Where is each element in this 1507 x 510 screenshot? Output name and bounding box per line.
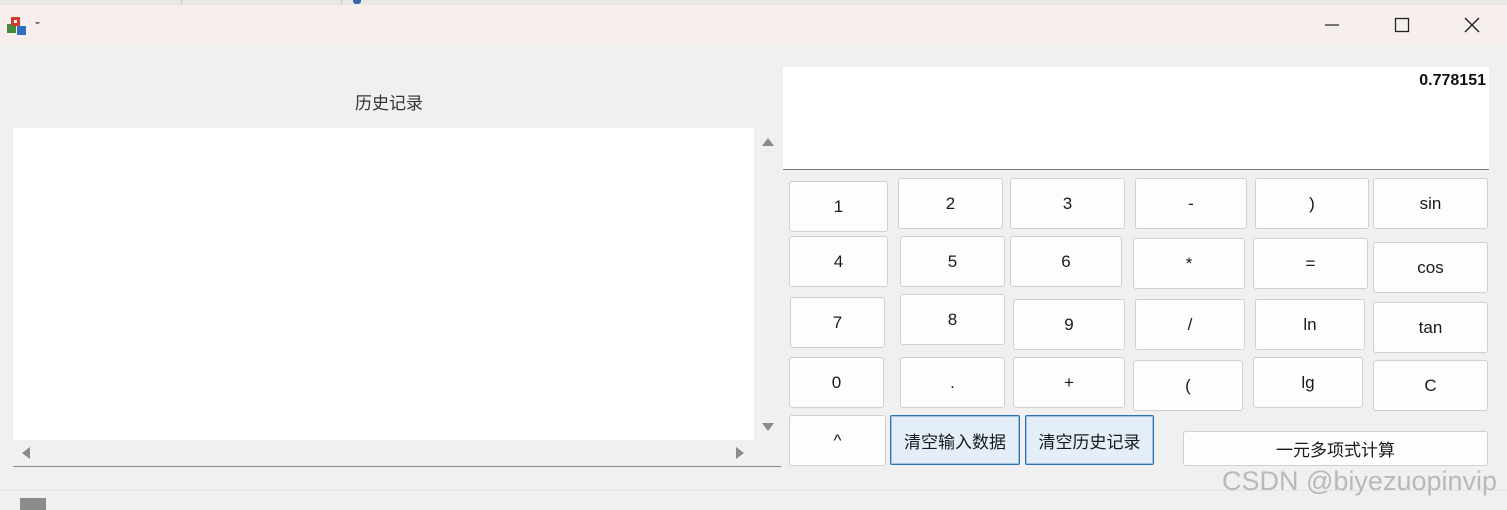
clear-input-button[interactable]: 清空输入数据: [890, 415, 1020, 465]
key-clear[interactable]: C: [1373, 360, 1488, 411]
close-icon: [1464, 17, 1480, 33]
clear-history-button[interactable]: 清空历史记录: [1025, 415, 1154, 465]
key-lg[interactable]: lg: [1253, 357, 1363, 408]
minimize-icon: [1325, 24, 1339, 26]
key-cos[interactable]: cos: [1373, 242, 1488, 293]
key-multiply[interactable]: *: [1133, 238, 1245, 289]
status-indicator: [20, 498, 46, 510]
key-6[interactable]: 6: [1010, 236, 1122, 287]
key-open-paren[interactable]: (: [1133, 360, 1243, 411]
key-7[interactable]: 7: [790, 297, 885, 348]
display-value: 0.778151: [1419, 72, 1486, 89]
history-horizontal-scrollbar[interactable]: [13, 440, 754, 466]
scroll-up-arrow-icon[interactable]: [762, 138, 774, 146]
key-8[interactable]: 8: [900, 294, 1005, 345]
strip-app-indicator: [353, 0, 361, 4]
key-divide[interactable]: /: [1135, 299, 1245, 350]
key-plus[interactable]: +: [1013, 357, 1125, 408]
key-0[interactable]: 0: [789, 357, 884, 408]
close-button[interactable]: [1437, 5, 1507, 45]
history-divider: [13, 466, 781, 467]
history-vertical-scrollbar[interactable]: [754, 128, 781, 440]
minimize-button[interactable]: [1297, 5, 1367, 45]
key-tan[interactable]: tan: [1373, 302, 1488, 353]
key-ln[interactable]: ln: [1255, 299, 1365, 350]
key-power[interactable]: ^: [789, 415, 886, 466]
history-label: 历史记录: [355, 94, 423, 114]
scroll-corner: [754, 440, 781, 466]
maximize-button[interactable]: [1367, 5, 1437, 45]
key-equals[interactable]: =: [1253, 238, 1368, 289]
history-list[interactable]: [13, 128, 754, 440]
scroll-down-arrow-icon[interactable]: [762, 423, 774, 431]
scroll-left-arrow-icon[interactable]: [22, 447, 30, 459]
scroll-right-arrow-icon[interactable]: [736, 447, 744, 459]
maximize-icon: [1394, 17, 1410, 33]
key-close-paren[interactable]: ): [1255, 178, 1369, 229]
key-4[interactable]: 4: [789, 236, 888, 287]
watermark: CSDN @biyezuopinvip: [1222, 466, 1498, 496]
calculator-display[interactable]: 0.778151: [783, 67, 1489, 170]
key-5[interactable]: 5: [900, 236, 1005, 287]
window-title: -: [35, 14, 40, 31]
key-decimal[interactable]: .: [900, 357, 1005, 408]
key-1[interactable]: 1: [789, 181, 888, 232]
key-3[interactable]: 3: [1010, 178, 1125, 229]
key-9[interactable]: 9: [1013, 299, 1125, 350]
polynomial-calc-button[interactable]: 一元多项式计算: [1183, 431, 1488, 466]
key-minus[interactable]: -: [1135, 178, 1247, 229]
key-sin[interactable]: sin: [1373, 178, 1488, 229]
app-icon: [7, 17, 26, 35]
key-2[interactable]: 2: [898, 178, 1003, 229]
title-bar: -: [0, 5, 1507, 45]
